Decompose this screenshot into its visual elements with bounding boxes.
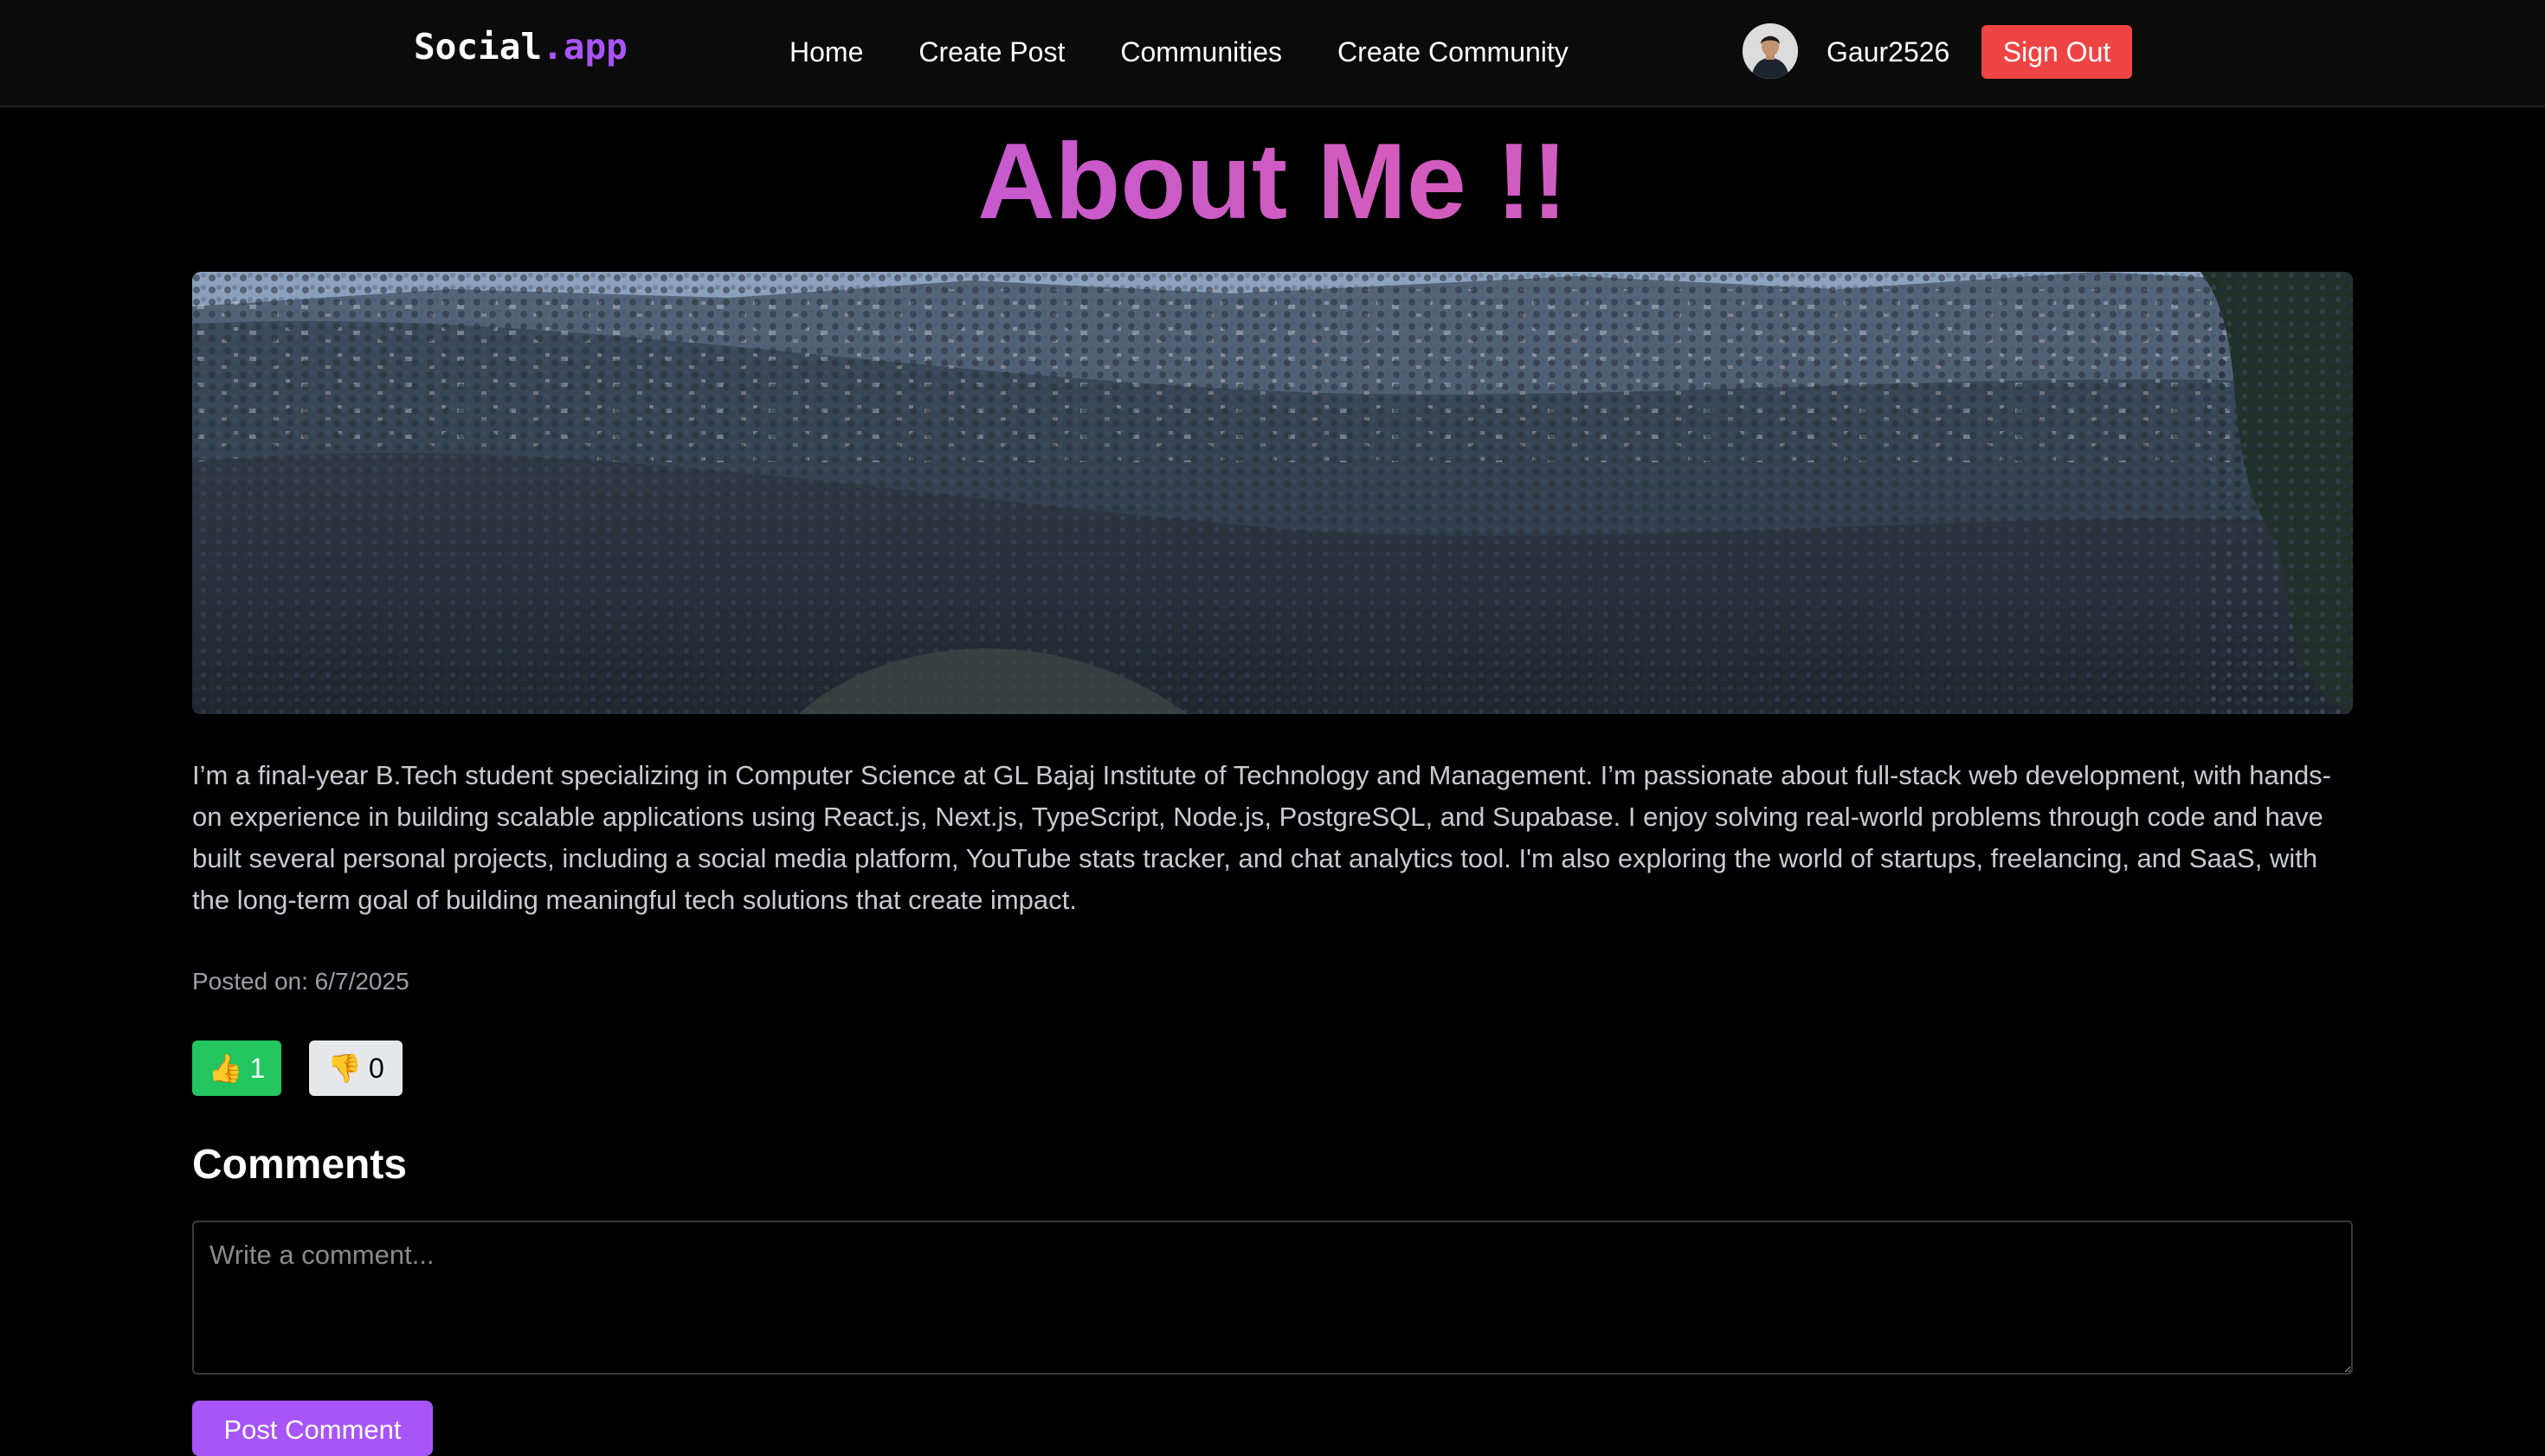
- logo-accent: .app: [542, 26, 628, 68]
- logo[interactable]: Social.app: [414, 26, 628, 68]
- post-cover-image: [192, 272, 2353, 714]
- username[interactable]: Gaur2526: [1827, 33, 1949, 71]
- thumbs-down-icon: 👎: [327, 1053, 363, 1084]
- nav-links: Home Create Post Communities Create Comm…: [789, 33, 1569, 71]
- nav-link-create-post[interactable]: Create Post: [918, 33, 1065, 71]
- navbar: Social.app Home Create Post Communities …: [0, 0, 2545, 107]
- avatar-image: [1743, 23, 1798, 79]
- nav-link-communities[interactable]: Communities: [1120, 33, 1282, 71]
- mountain-landscape-image: [192, 272, 2353, 714]
- user-avatar[interactable]: [1743, 23, 1798, 79]
- nav-link-create-community[interactable]: Create Community: [1337, 33, 1569, 71]
- comments-heading: Comments: [192, 1142, 408, 1188]
- comment-input[interactable]: [192, 1221, 2353, 1375]
- post-title: About Me !!: [0, 121, 2545, 242]
- dislike-count: 0: [369, 1052, 384, 1084]
- sign-out-button[interactable]: Sign Out: [1981, 25, 2132, 79]
- thumbs-up-icon: 👍: [208, 1053, 243, 1084]
- post-content: I’m a final-year B.Tech student speciali…: [192, 760, 2332, 915]
- like-button[interactable]: 👍 1: [192, 1040, 281, 1096]
- posted-date: Posted on: 6/7/2025: [192, 968, 409, 995]
- logo-main: Social: [414, 26, 543, 68]
- dislike-button[interactable]: 👎 0: [309, 1040, 403, 1096]
- post-comment-button[interactable]: Post Comment: [192, 1401, 433, 1456]
- nav-link-home[interactable]: Home: [789, 33, 863, 71]
- like-count: 1: [249, 1052, 266, 1084]
